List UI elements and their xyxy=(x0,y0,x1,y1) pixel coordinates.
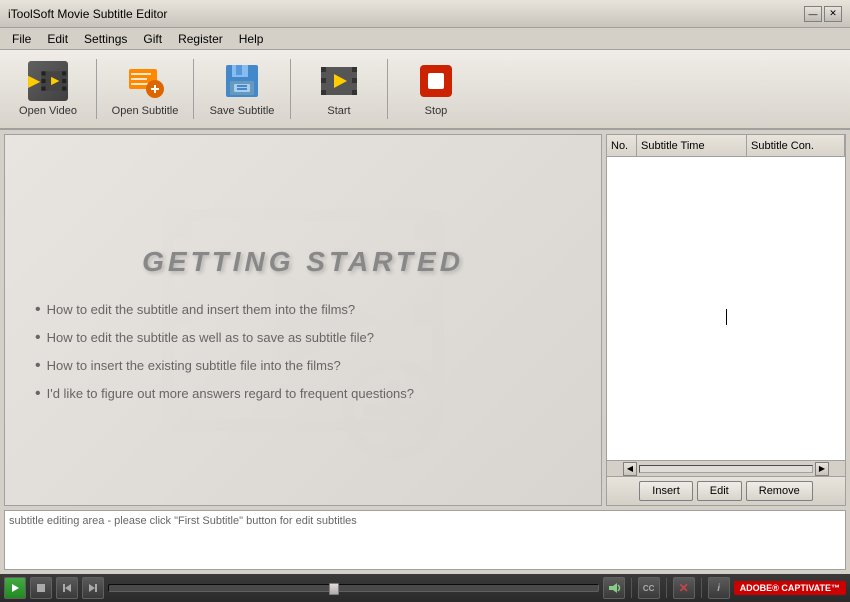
menu-register[interactable]: Register xyxy=(170,30,231,48)
col-header-content: Subtitle Con. xyxy=(747,135,845,156)
preview-title: GETTING STARTED xyxy=(5,246,601,278)
adobe-captivate-badge: ADOBE® CAPTIVATE™ xyxy=(734,581,846,595)
seek-bar[interactable] xyxy=(108,584,599,592)
player-close-button[interactable]: ✕ xyxy=(673,577,695,599)
seek-thumb[interactable] xyxy=(329,583,339,595)
remove-button[interactable]: Remove xyxy=(746,481,813,501)
bullet-dot-4: • xyxy=(35,386,41,402)
start-button[interactable]: Start xyxy=(299,55,379,123)
subtitle-buttons: Insert Edit Remove xyxy=(607,476,845,505)
play-button[interactable] xyxy=(4,577,26,599)
open-subtitle-button[interactable]: Open Subtitle xyxy=(105,55,185,123)
insert-button[interactable]: Insert xyxy=(639,481,693,501)
divider-2 xyxy=(666,578,667,598)
player-prev-button[interactable] xyxy=(56,577,78,599)
close-button[interactable]: ✕ xyxy=(824,6,842,22)
preview-panel: GETTING STARTED • How to edit the subtit… xyxy=(4,134,602,506)
bullet-text-3: How to insert the existing subtitle file… xyxy=(47,358,341,373)
menu-help[interactable]: Help xyxy=(231,30,272,48)
subtitle-scrollbar[interactable]: ◀ ▶ xyxy=(607,460,845,476)
save-subtitle-button[interactable]: Save Subtitle xyxy=(202,55,282,123)
preview-bullets: • How to edit the subtitle and insert th… xyxy=(35,302,581,414)
toolbar-separator-3 xyxy=(290,59,291,119)
toolbar-separator-2 xyxy=(193,59,194,119)
bullet-text-1: How to edit the subtitle and insert them… xyxy=(47,302,356,317)
menu-settings[interactable]: Settings xyxy=(76,30,135,48)
menu-edit[interactable]: Edit xyxy=(39,30,76,48)
minimize-button[interactable]: — xyxy=(804,6,822,22)
scroll-left[interactable]: ◀ xyxy=(623,462,637,476)
col-header-time: Subtitle Time xyxy=(637,135,747,156)
edit-area-placeholder: subtitle editing area - please click "Fi… xyxy=(9,515,357,527)
save-icon xyxy=(222,61,262,101)
edit-button[interactable]: Edit xyxy=(697,481,742,501)
scroll-track[interactable] xyxy=(639,465,813,473)
open-video-label: Open Video xyxy=(19,105,77,117)
title-controls: — ✕ xyxy=(804,6,842,22)
save-subtitle-label: Save Subtitle xyxy=(210,105,275,117)
open-subtitle-label: Open Subtitle xyxy=(112,105,179,117)
stop-label: Stop xyxy=(425,105,448,117)
edit-area[interactable]: subtitle editing area - please click "Fi… xyxy=(4,510,846,570)
volume-button[interactable] xyxy=(603,577,625,599)
film-icon xyxy=(28,61,68,101)
menu-bar: File Edit Settings Gift Register Help xyxy=(0,28,850,50)
menu-file[interactable]: File xyxy=(4,30,39,48)
bullet-dot-1: • xyxy=(35,302,41,318)
subtitle-table-body[interactable] xyxy=(607,157,845,460)
bullet-text-2: How to edit the subtitle as well as to s… xyxy=(47,330,374,345)
player-stop-button[interactable] xyxy=(30,577,52,599)
stop-icon xyxy=(416,61,456,101)
col-header-no: No. xyxy=(607,135,637,156)
menu-gift[interactable]: Gift xyxy=(135,30,170,48)
cursor-line xyxy=(726,309,727,325)
divider-3 xyxy=(701,578,702,598)
app-title: iToolSoft Movie Subtitle Editor xyxy=(8,7,167,21)
main-content: GETTING STARTED • How to edit the subtit… xyxy=(0,130,850,510)
start-icon xyxy=(319,61,359,101)
bullet-4: • I'd like to figure out more answers re… xyxy=(35,386,581,402)
start-label: Start xyxy=(327,105,350,117)
subtitle-panel: No. Subtitle Time Subtitle Con. ◀ ▶ Inse… xyxy=(606,134,846,506)
scroll-right[interactable]: ▶ xyxy=(815,462,829,476)
subtitle-add-icon xyxy=(125,61,165,101)
cc-button[interactable]: CC xyxy=(638,577,660,599)
subtitle-table-header: No. Subtitle Time Subtitle Con. xyxy=(607,135,845,157)
info-button[interactable]: i xyxy=(708,577,730,599)
title-bar: iToolSoft Movie Subtitle Editor — ✕ xyxy=(0,0,850,28)
toolbar-separator-1 xyxy=(96,59,97,119)
bullet-text-4: I'd like to figure out more answers rega… xyxy=(47,386,414,401)
bullet-dot-3: • xyxy=(35,358,41,374)
player-next-button[interactable] xyxy=(82,577,104,599)
divider-1 xyxy=(631,578,632,598)
bullet-dot-2: • xyxy=(35,330,41,346)
toolbar-separator-4 xyxy=(387,59,388,119)
stop-button[interactable]: Stop xyxy=(396,55,476,123)
open-video-button[interactable]: Open Video xyxy=(8,55,88,123)
bullet-2: • How to edit the subtitle as well as to… xyxy=(35,330,581,346)
bullet-3: • How to insert the existing subtitle fi… xyxy=(35,358,581,374)
bullet-1: • How to edit the subtitle and insert th… xyxy=(35,302,581,318)
toolbar: Open Video Open Subtitle xyxy=(0,50,850,130)
